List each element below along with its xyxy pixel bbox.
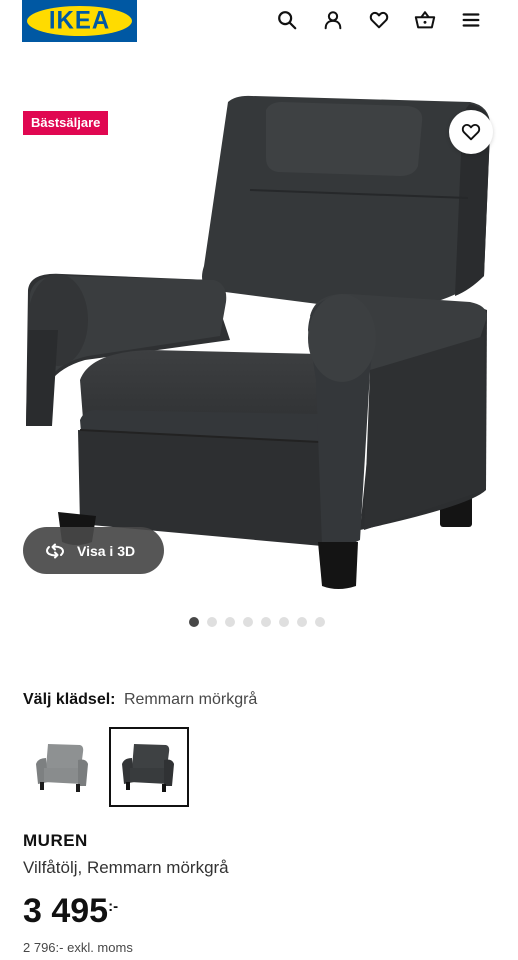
heart-icon [461, 123, 481, 141]
carousel-dot[interactable] [297, 617, 307, 627]
carousel-dots [189, 617, 325, 627]
fabric-swatch-dark-grey[interactable] [109, 727, 189, 807]
fabric-value: Remmarn mörkgrå [123, 691, 258, 708]
product-name[interactable]: MUREN [23, 831, 88, 851]
carousel-dot[interactable] [189, 617, 199, 627]
carousel-dot[interactable] [243, 617, 253, 627]
menu-icon[interactable] [459, 8, 483, 32]
view-3d-label: Visa i 3D [77, 542, 136, 559]
bestseller-badge: Bästsäljare [23, 111, 109, 135]
basket-icon[interactable] [413, 8, 437, 32]
price-excl-vat: 2 796:- exkl. moms [23, 940, 133, 955]
search-icon[interactable] [275, 8, 299, 32]
site-header: IKEA [0, 0, 518, 48]
fabric-selector: Välj klädsel: Remmarn mörkgrå [23, 691, 257, 709]
price-amount: 3 495 [23, 892, 109, 930]
view-3d-button[interactable]: Visa i 3D [23, 527, 164, 574]
product-description: Vilfåtölj, Remmarn mörkgrå [23, 858, 229, 877]
ikea-logo[interactable]: IKEA [22, 0, 137, 42]
carousel-dot[interactable] [207, 617, 217, 627]
heart-icon[interactable] [367, 8, 391, 32]
rotate-3d-icon [46, 543, 64, 558]
user-icon[interactable] [321, 8, 345, 32]
favorite-button[interactable] [449, 110, 493, 154]
carousel-dot[interactable] [225, 617, 235, 627]
product-price: 3 495 :- [23, 892, 118, 930]
carousel-dot[interactable] [279, 617, 289, 627]
fabric-label: Välj klädsel: [23, 691, 116, 708]
carousel-dot[interactable] [261, 617, 271, 627]
logo-oval: IKEA [27, 6, 132, 36]
fabric-swatch-light-grey[interactable] [23, 727, 103, 807]
price-currency: :- [108, 898, 119, 915]
logo-text: IKEA [48, 6, 111, 35]
carousel-dot[interactable] [315, 617, 325, 627]
